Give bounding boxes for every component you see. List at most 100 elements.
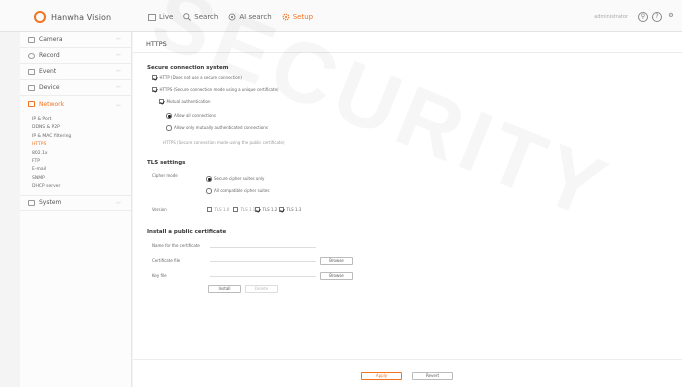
sidebar-item-https[interactable]: HTTPS	[32, 141, 131, 149]
chevron-down-icon: ﹀	[115, 38, 121, 44]
section-secure-connection: Secure connection system	[147, 65, 229, 71]
chevron-down-icon: ﹀	[115, 86, 121, 92]
cert-browse-button[interactable]: Browse	[320, 257, 353, 265]
nav-live-label: Live	[159, 13, 174, 21]
sidebar-item-8021x[interactable]: 802.1x	[32, 150, 131, 158]
tls-1-1-checkbox[interactable]	[233, 207, 238, 212]
cipher-mode-label: Cipher mode	[152, 173, 178, 178]
cert-file-input[interactable]	[210, 256, 316, 262]
option-http-label: HTTP (Does not use a secure connection)	[159, 75, 242, 80]
sidebar-item-dhcp-server[interactable]: DHCP server	[32, 183, 131, 191]
nav-ai-search[interactable]: AI search	[228, 13, 272, 21]
chevron-down-icon: ﹀	[115, 54, 121, 60]
sidebar-item-ip-port[interactable]: IP & Port	[32, 116, 131, 124]
sidebar-menu-camera[interactable]: Camera ﹀	[20, 32, 131, 48]
tls-1-1-label: TLS 1.1	[240, 207, 256, 212]
sidebar-item-ftp[interactable]: FTP	[32, 158, 131, 166]
sidebar: Camera ﹀ Record ﹀ Event ﹀ Device ﹀ Netwo…	[20, 32, 132, 387]
search-icon	[183, 13, 192, 21]
nav-search[interactable]: Search	[183, 13, 218, 21]
cipher-all-radio[interactable]	[206, 188, 212, 194]
option-https-public-label: HTTPS (Secure connection mode using the …	[163, 140, 285, 145]
tls-1-2-checkbox[interactable]	[255, 207, 260, 212]
version-label: Version	[152, 207, 167, 212]
option-allow-all[interactable]: Allow all connections	[166, 113, 216, 119]
logo-mark-icon	[34, 11, 46, 23]
sidebar-menu-event[interactable]: Event ﹀	[20, 64, 131, 80]
tls-1-3-checkbox[interactable]	[279, 207, 284, 212]
brand-logo[interactable]: Hanwha Vision	[34, 10, 111, 24]
network-icon	[28, 101, 35, 107]
sidebar-menu-system[interactable]: System ﹀	[20, 194, 131, 211]
cipher-secure-option[interactable]: Secure cipher suites only	[206, 176, 264, 182]
delete-button[interactable]: Delete	[245, 285, 278, 293]
live-icon	[148, 13, 156, 21]
user-icon[interactable]: ⚲	[638, 12, 648, 22]
option-mutual-auth-label: Mutual authentication	[166, 99, 211, 104]
sidebar-menu-label: Record	[39, 52, 60, 59]
cert-name-label: Name for the certificate	[152, 243, 200, 248]
sidebar-menu-label: Event	[39, 68, 57, 75]
sidebar-menu-label: Device	[39, 84, 60, 91]
option-https-unique-label: HTTPS (Secure connection mode using a un…	[159, 87, 279, 92]
mutual-auth-checkbox[interactable]	[159, 99, 164, 104]
section-install-certificate: Install a public certificate	[147, 229, 227, 235]
cipher-all-option[interactable]: All compatible cipher suites	[206, 188, 269, 194]
allow-all-radio[interactable]	[166, 113, 172, 119]
option-http[interactable]: HTTP (Does not use a secure connection)	[152, 75, 242, 80]
sidebar-item-ddns-p2p[interactable]: DDNS & P2P	[32, 124, 131, 132]
nav-ai-search-label: AI search	[239, 13, 272, 21]
setup-icon	[282, 13, 290, 21]
top-bar: Hanwha Vision Live Search AI search Setu…	[0, 0, 682, 32]
device-icon	[28, 84, 35, 91]
cert-file-label: Certificate file	[152, 258, 181, 263]
user-name[interactable]: administrator	[594, 14, 628, 20]
https-unique-checkbox[interactable]	[152, 87, 157, 92]
cipher-secure-radio[interactable]	[206, 176, 212, 182]
sidebar-menu-label: Network	[39, 100, 65, 108]
tls-1-0-checkbox[interactable]	[207, 207, 212, 212]
top-right-tools: administrator ⚲ ? ⚙	[594, 10, 676, 24]
option-https-public[interactable]: HTTPS (Secure connection mode using the …	[163, 140, 285, 145]
sidebar-menu-label: Camera	[39, 36, 63, 43]
http-checkbox[interactable]	[152, 75, 157, 80]
option-allow-only[interactable]: Allow only mutually authenticated connec…	[166, 125, 268, 131]
sidebar-menu-device[interactable]: Device ﹀	[20, 80, 131, 96]
tls-1-0-label: TLS 1.0	[214, 207, 230, 212]
top-nav: Live Search AI search Setup	[148, 10, 323, 24]
app-window: Hanwha Vision Live Search AI search Setu…	[0, 0, 682, 387]
tls-1-0-option[interactable]: TLS 1.0	[207, 207, 229, 212]
revert-button[interactable]: Revert	[412, 372, 453, 380]
page-title: HTTPS	[146, 40, 167, 48]
tls-1-3-option[interactable]: TLS 1.3	[279, 207, 301, 212]
option-allow-only-label: Allow only mutually authenticated connec…	[174, 125, 268, 131]
chevron-down-icon: ﹀	[115, 201, 121, 208]
sidebar-item-email[interactable]: E-mail	[32, 166, 131, 174]
allow-only-radio[interactable]	[166, 125, 172, 131]
key-file-input[interactable]	[210, 271, 316, 277]
option-https-unique[interactable]: HTTPS (Secure connection mode using a un…	[152, 87, 279, 92]
settings-icon[interactable]: ⚙	[666, 12, 676, 22]
help-icon[interactable]: ?	[652, 12, 662, 22]
tls-1-2-label: TLS 1.2	[262, 207, 278, 212]
tls-1-2-option[interactable]: TLS 1.2	[255, 207, 277, 212]
tls-1-3-label: TLS 1.3	[286, 207, 302, 212]
footer-divider	[133, 359, 682, 360]
nav-setup[interactable]: Setup	[282, 13, 313, 21]
key-browse-button[interactable]: Browse	[320, 272, 353, 280]
network-submenu: IP & Port DDNS & P2P IP & MAC filtering …	[20, 112, 131, 195]
sidebar-item-ip-mac-filtering[interactable]: IP & MAC filtering	[32, 133, 131, 141]
sidebar-menu-network[interactable]: Network ︿	[20, 96, 131, 112]
tls-1-1-option[interactable]: TLS 1.1	[233, 207, 255, 212]
nav-setup-label: Setup	[292, 13, 314, 21]
sidebar-menu-record[interactable]: Record ﹀	[20, 48, 131, 64]
chevron-down-icon: ﹀	[115, 70, 121, 76]
nav-live[interactable]: Live	[148, 13, 173, 21]
sidebar-item-snmp[interactable]: SNMP	[32, 175, 131, 183]
chevron-up-icon: ︿	[115, 102, 121, 108]
cert-name-input[interactable]	[210, 242, 316, 248]
install-button[interactable]: Install	[208, 285, 241, 293]
apply-button[interactable]: Apply	[361, 372, 402, 380]
option-mutual-auth[interactable]: Mutual authentication	[159, 99, 211, 104]
divider	[133, 52, 682, 53]
